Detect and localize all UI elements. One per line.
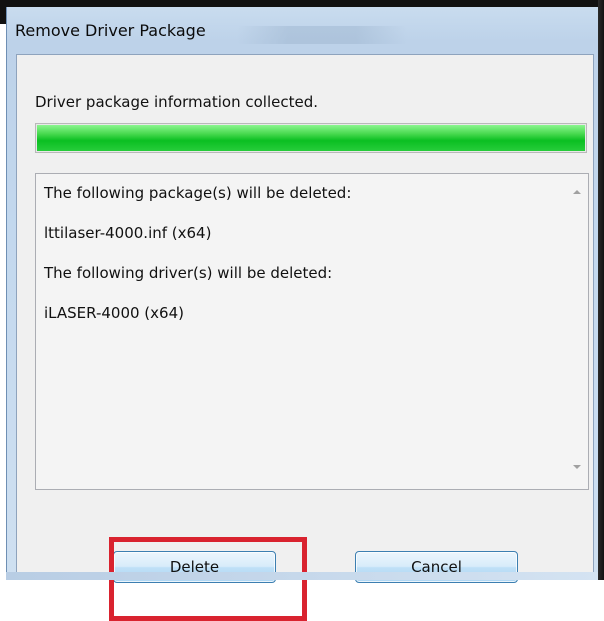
scroll-down-arrow-icon[interactable] <box>573 465 581 469</box>
progress-bar-fill <box>37 125 585 151</box>
dialog-client-area: Driver package information collected. Th… <box>16 54 594 621</box>
details-line-packages-header: The following package(s) will be deleted… <box>44 184 352 202</box>
screen-top-edge <box>0 0 604 7</box>
window-title: Remove Driver Package <box>15 21 206 40</box>
details-line-drivers-header: The following driver(s) will be deleted: <box>44 264 333 282</box>
dialog-bottom-border <box>6 572 598 580</box>
details-line-driver: iLASER-4000 (x64) <box>44 304 184 322</box>
background-window-ghost <box>237 26 407 44</box>
status-text: Driver package information collected. <box>35 93 318 111</box>
scroll-up-arrow-icon[interactable] <box>573 190 581 194</box>
details-listbox[interactable]: The following package(s) will be deleted… <box>35 173 589 490</box>
vertical-scrollbar[interactable] <box>567 174 588 489</box>
screen-right-edge <box>598 0 604 580</box>
details-line-package: lttilaser-4000.inf (x64) <box>44 224 212 242</box>
progress-bar <box>35 123 587 153</box>
details-list-content: The following package(s) will be deleted… <box>36 174 567 489</box>
